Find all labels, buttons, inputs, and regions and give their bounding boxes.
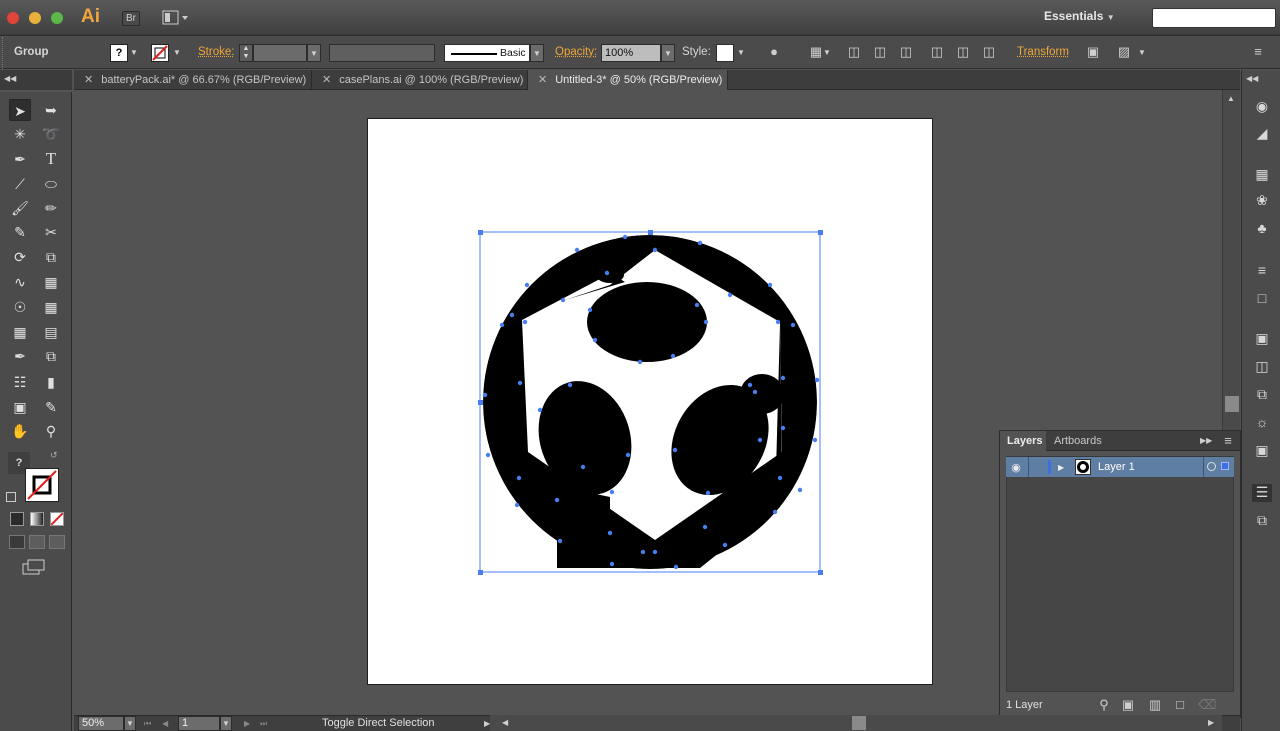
panel-dock: ◀◀ ◉ ◢ ▦ ❀ ♣ ≡ □ ▣ ◫ ⧉ ☼ ▣ ☰ ⧉ xyxy=(1241,70,1280,731)
row-divider xyxy=(1028,457,1029,477)
first-artboard-icon[interactable]: ⏮ xyxy=(144,719,151,729)
status-text: Toggle Direct Selection xyxy=(322,717,435,729)
tab-layers[interactable]: Layers xyxy=(1000,431,1046,451)
artboard-number-field[interactable]: 1 xyxy=(178,716,220,731)
visibility-eye-icon[interactable]: ◉ xyxy=(1009,461,1023,474)
gradient-panel-icon[interactable]: □ xyxy=(1252,290,1272,308)
next-artboard-icon[interactable]: ▶ xyxy=(244,719,250,728)
artboards-panel-icon[interactable]: ⧉ xyxy=(1252,512,1272,530)
appearance-panel-icon[interactable]: ☼ xyxy=(1252,414,1272,432)
clipping-mask-icon[interactable]: ▣ xyxy=(1120,697,1136,713)
scroll-up-arrow[interactable]: ▲ xyxy=(1227,94,1235,103)
new-sublayer-icon[interactable]: ▥ xyxy=(1147,697,1163,713)
locate-object-icon[interactable]: ⚲ xyxy=(1096,697,1112,713)
new-layer-icon[interactable]: □ xyxy=(1172,697,1188,712)
zoom-level-field[interactable]: 50% xyxy=(78,716,124,731)
brushes-panel-icon[interactable]: ❀ xyxy=(1252,192,1272,210)
chevron-down-icon: ▼ xyxy=(222,719,230,728)
expand-layer-arrow-icon[interactable]: ▶ xyxy=(1058,463,1064,472)
chevron-down-icon: ▼ xyxy=(126,719,134,728)
last-artboard-icon[interactable]: ⏭ xyxy=(260,719,267,729)
horizontal-scroll-thumb[interactable] xyxy=(852,716,866,730)
right-knob-shape[interactable] xyxy=(740,374,784,414)
transform-panel-icon[interactable]: ▣ xyxy=(1252,330,1272,348)
layer-thumbnail xyxy=(1075,459,1091,475)
previous-artboard-icon[interactable]: ◀ xyxy=(162,719,168,728)
horizontal-scrollbar[interactable]: ◀ ▶ xyxy=(490,715,1222,731)
pathfinder-panel-icon[interactable]: ⧉ xyxy=(1252,386,1272,404)
group-artwork[interactable] xyxy=(483,235,817,569)
layers-list xyxy=(1006,456,1234,692)
artboard-number-dropdown[interactable]: ▼ xyxy=(220,716,232,731)
stroke-panel-icon[interactable]: ≡ xyxy=(1252,262,1272,280)
align-panel-icon[interactable]: ◫ xyxy=(1252,358,1272,376)
target-circle-icon[interactable] xyxy=(1207,462,1216,471)
layers-panel: Layers Artboards ▶▶ ≡ ◉ ▶ Layer 1 1 Laye… xyxy=(999,430,1241,718)
color-panel-icon[interactable]: ◉ xyxy=(1252,98,1272,116)
layer-name[interactable]: Layer 1 xyxy=(1098,461,1135,473)
collapse-panel-icon[interactable]: ▶▶ xyxy=(1200,436,1212,445)
selection-indicator[interactable] xyxy=(1221,462,1229,470)
panel-menu-icon[interactable]: ≡ xyxy=(1220,433,1236,448)
layer-color-indicator xyxy=(1048,460,1051,474)
color-guide-icon[interactable]: ◢ xyxy=(1252,125,1272,143)
layer-thumbnail-icon xyxy=(1077,461,1089,473)
layer-row[interactable]: ◉ ▶ Layer 1 xyxy=(1006,457,1234,477)
scroll-thumb[interactable] xyxy=(1225,396,1239,412)
symbols-panel-icon[interactable]: ♣ xyxy=(1252,220,1272,238)
scroll-right-arrow[interactable]: ▶ xyxy=(1208,718,1214,727)
swatches-panel-icon[interactable]: ▦ xyxy=(1252,166,1272,184)
expand-panels-icon[interactable]: ◀◀ xyxy=(1246,74,1258,83)
graphic-styles-panel-icon[interactable]: ▣ xyxy=(1252,442,1272,460)
layers-panel-icon[interactable]: ☰ xyxy=(1252,484,1272,502)
top-blob-shape[interactable] xyxy=(587,282,707,362)
zoom-dropdown[interactable]: ▼ xyxy=(124,716,136,731)
scroll-left-arrow[interactable]: ◀ xyxy=(502,718,508,727)
left-knob-shape[interactable] xyxy=(556,461,598,497)
delete-layer-icon[interactable]: ⌫ xyxy=(1198,697,1216,713)
tab-artboards[interactable]: Artboards xyxy=(1054,431,1102,451)
layer-count: 1 Layer xyxy=(1006,699,1043,711)
layers-panel-tabs: Layers Artboards ▶▶ ≡ xyxy=(1000,431,1240,451)
top-knob-shape[interactable] xyxy=(596,267,624,283)
row-divider xyxy=(1203,457,1204,477)
